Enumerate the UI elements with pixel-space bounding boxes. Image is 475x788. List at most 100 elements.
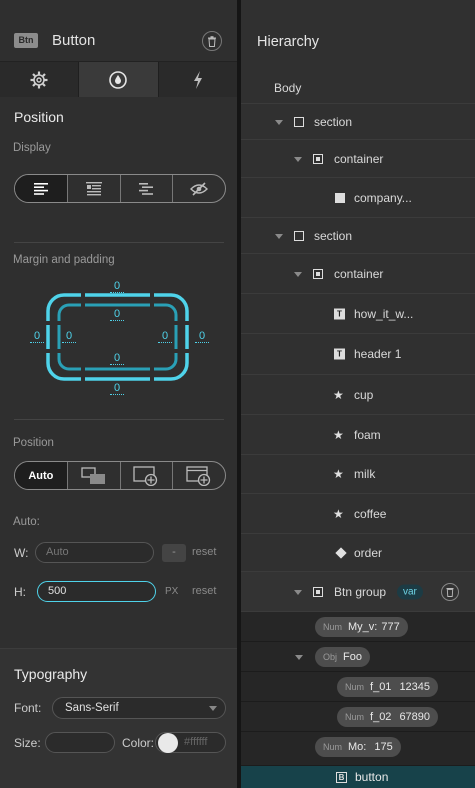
height-unit-label[interactable]: PX <box>165 586 178 597</box>
delete-element-button[interactable] <box>202 31 222 51</box>
variable-row: Num f_02 67890 <box>241 702 475 732</box>
padding-left-value[interactable]: 0 <box>62 330 76 343</box>
height-reset-link[interactable]: reset <box>192 585 216 597</box>
container-icon <box>313 586 323 597</box>
button-icon: B <box>336 772 347 783</box>
font-size-input[interactable] <box>45 732 115 753</box>
display-selector <box>14 174 226 203</box>
width-unit-button[interactable]: - <box>162 544 186 562</box>
relative-position-icon <box>80 466 105 484</box>
color-swatch[interactable] <box>158 733 178 753</box>
delete-group-button[interactable] <box>441 582 459 601</box>
text-icon: T <box>334 308 345 319</box>
tree-item-label: cup <box>354 387 374 402</box>
image-icon <box>335 192 345 203</box>
tree-item-foam[interactable]: ★ foam <box>241 415 475 455</box>
padding-right-value[interactable]: 0 <box>158 330 172 343</box>
tree-item-label: button <box>355 770 389 784</box>
position-selector: Auto <box>14 461 226 490</box>
variable-type: Obj <box>323 652 338 662</box>
chevron-down-icon[interactable] <box>294 271 302 277</box>
variable-pill-f02[interactable]: Num f_02 67890 <box>337 707 439 727</box>
tree-item-cup[interactable]: ★ cup <box>241 375 475 415</box>
typography-title: Typography <box>14 666 88 682</box>
display-block-option[interactable] <box>15 175 68 202</box>
variable-pill-foo[interactable]: Obj Foo <box>315 647 370 667</box>
tree-item-how-it-works[interactable]: T how_it_w... <box>241 294 475 334</box>
tree-item-label: how_it_w... <box>354 306 414 321</box>
variable-name: Foo <box>343 651 362 663</box>
tree-item-section[interactable]: section <box>241 218 475 254</box>
tree-item-label: Btn group <box>334 584 387 599</box>
tree-item-container[interactable]: container <box>241 254 475 294</box>
properties-panel: Btn Button Position Display Margin and p… <box>0 0 237 788</box>
color-label: Color: <box>122 736 155 750</box>
tree-item-btn-group[interactable]: Btn group var <box>241 572 475 612</box>
tree-item-label: order <box>354 545 383 560</box>
var-badge[interactable]: var <box>397 584 423 599</box>
tree-item-button[interactable]: B button <box>241 766 475 788</box>
inline-layout-icon <box>139 182 154 195</box>
typography-section: Typography Font: Sans-Serif Size: Color:… <box>0 648 237 788</box>
display-flex-option[interactable] <box>68 175 121 202</box>
tree-item-header-1[interactable]: T header 1 <box>241 334 475 375</box>
padding-bottom-value[interactable]: 0 <box>110 352 124 365</box>
margin-right-value[interactable]: 0 <box>195 330 209 343</box>
variable-name: f_02 <box>370 711 392 723</box>
variable-pill-f01[interactable]: Num f_01 12345 <box>337 677 439 697</box>
divider <box>14 419 224 420</box>
margin-left-value[interactable]: 0 <box>30 330 44 343</box>
chevron-down-icon[interactable] <box>275 233 283 239</box>
display-inline-option[interactable] <box>121 175 174 202</box>
element-title: Button <box>52 32 96 49</box>
variable-row: Obj Foo <box>241 642 475 672</box>
height-input[interactable]: 500 <box>37 581 156 602</box>
margin-top-value[interactable]: 0 <box>110 280 124 293</box>
star-icon: ★ <box>333 427 344 442</box>
tree-item-section[interactable]: section <box>241 104 475 140</box>
width-reset-link[interactable]: reset <box>192 546 216 558</box>
variable-name: My_v: <box>348 621 378 633</box>
text-icon: T <box>334 348 345 360</box>
position-auto-option[interactable]: Auto <box>15 462 68 489</box>
chevron-down-icon[interactable] <box>275 119 283 125</box>
variable-value: 175 <box>374 741 393 753</box>
padding-top-value[interactable]: 0 <box>110 308 124 321</box>
variable-type: Num <box>323 742 343 752</box>
tree-item-milk[interactable]: ★ milk <box>241 455 475 494</box>
tree-item-coffee[interactable]: ★ coffee <box>241 494 475 534</box>
font-select[interactable]: Sans-Serif <box>52 697 226 719</box>
gear-icon <box>30 71 48 88</box>
tree-item-label: foam <box>354 427 381 442</box>
variable-pill-my-v[interactable]: Num My_v: 777 <box>315 617 408 637</box>
variable-value: 777 <box>381 621 400 633</box>
variable-row: Num Mo: 175 <box>241 732 475 766</box>
tab-events[interactable] <box>158 62 237 97</box>
chevron-down-icon[interactable] <box>294 156 302 162</box>
diamond-icon <box>335 546 347 559</box>
width-input[interactable]: Auto <box>35 542 154 563</box>
tree-item-body[interactable]: Body <box>241 72 475 104</box>
position-section-title: Position <box>14 109 64 125</box>
position-absolute-option[interactable] <box>121 462 174 489</box>
tree-item-company[interactable]: company... <box>241 178 475 218</box>
display-hidden-option[interactable] <box>173 175 225 202</box>
width-label: W: <box>14 546 29 560</box>
position-relative-option[interactable] <box>68 462 121 489</box>
tree-item-order[interactable]: order <box>241 534 475 572</box>
star-icon: ★ <box>333 506 344 521</box>
section-icon <box>294 116 304 127</box>
variable-pill-mo[interactable]: Num Mo: 175 <box>315 737 401 757</box>
variable-type: Num <box>345 682 365 692</box>
chevron-down-icon[interactable] <box>294 589 302 595</box>
tab-style[interactable] <box>79 62 159 97</box>
tab-settings[interactable] <box>0 62 80 97</box>
margin-bottom-value[interactable]: 0 <box>110 382 124 395</box>
position-fixed-option[interactable] <box>173 462 225 489</box>
font-label: Font: <box>14 701 42 715</box>
size-label: Size: <box>14 736 41 750</box>
tree-item-container[interactable]: container <box>241 140 475 178</box>
chevron-down-icon[interactable] <box>295 655 303 660</box>
variable-type: Num <box>345 712 365 722</box>
tree-item-label: container <box>334 151 384 166</box>
